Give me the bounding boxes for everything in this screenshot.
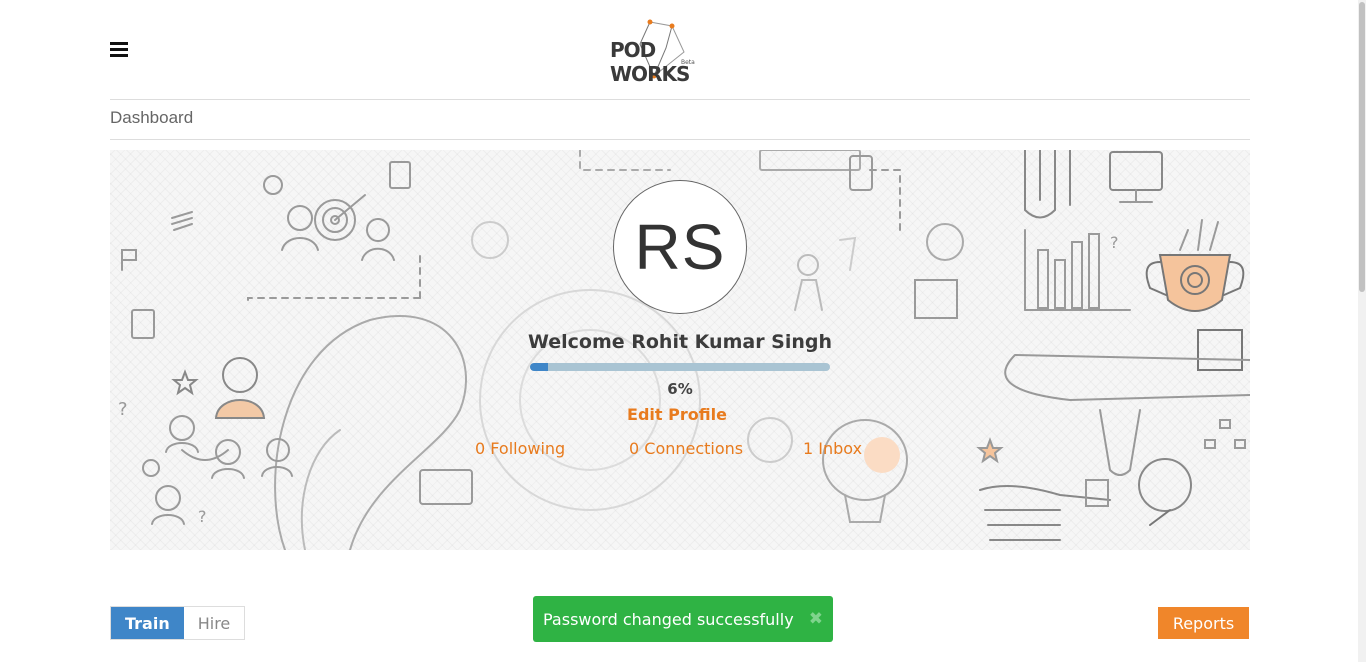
toast-message: Password changed successfully <box>543 609 794 629</box>
scrollbar-thumb[interactable] <box>1359 2 1365 292</box>
profile-completion-bar <box>530 363 830 371</box>
profile-completion-fill <box>530 363 548 371</box>
tab-train[interactable]: Train <box>111 607 184 639</box>
welcome-message: Welcome Rohit Kumar Singh <box>527 331 833 353</box>
profile-banner: ? ? ? RS Welcome Rohit Kumar Singh 6% Ed… <box>110 150 1250 550</box>
hamburger-icon[interactable] <box>110 42 128 58</box>
reports-button[interactable]: Reports <box>1158 607 1249 639</box>
logo-wordmark: POD WORKS <box>610 38 690 86</box>
inbox-link[interactable]: 1 Inbox <box>803 439 862 458</box>
logo-beta-badge: Beta <box>681 59 695 66</box>
podworks-logo[interactable]: POD WORKS Beta <box>606 18 722 86</box>
profile-completion-percent: 6% <box>667 380 693 398</box>
edit-profile-link[interactable]: Edit Profile <box>110 405 1244 424</box>
close-icon[interactable]: ✖ <box>809 609 823 629</box>
train-hire-toggle: Train Hire <box>110 606 246 640</box>
tab-hire[interactable]: Hire <box>183 607 245 639</box>
success-toast: Password changed successfully ✖ <box>533 596 833 642</box>
breadcrumb: Dashboard <box>110 108 194 127</box>
connections-link[interactable]: 0 Connections <box>629 439 743 458</box>
page-scrollbar[interactable] <box>1358 0 1366 662</box>
breadcrumb-divider <box>110 139 1250 140</box>
header-divider <box>110 99 1250 100</box>
svg-text:?: ? <box>1110 233 1119 252</box>
avatar-initials: RS <box>634 211 726 283</box>
following-link[interactable]: 0 Following <box>475 439 565 458</box>
svg-text:?: ? <box>198 507 207 526</box>
user-avatar[interactable]: RS <box>613 180 747 314</box>
